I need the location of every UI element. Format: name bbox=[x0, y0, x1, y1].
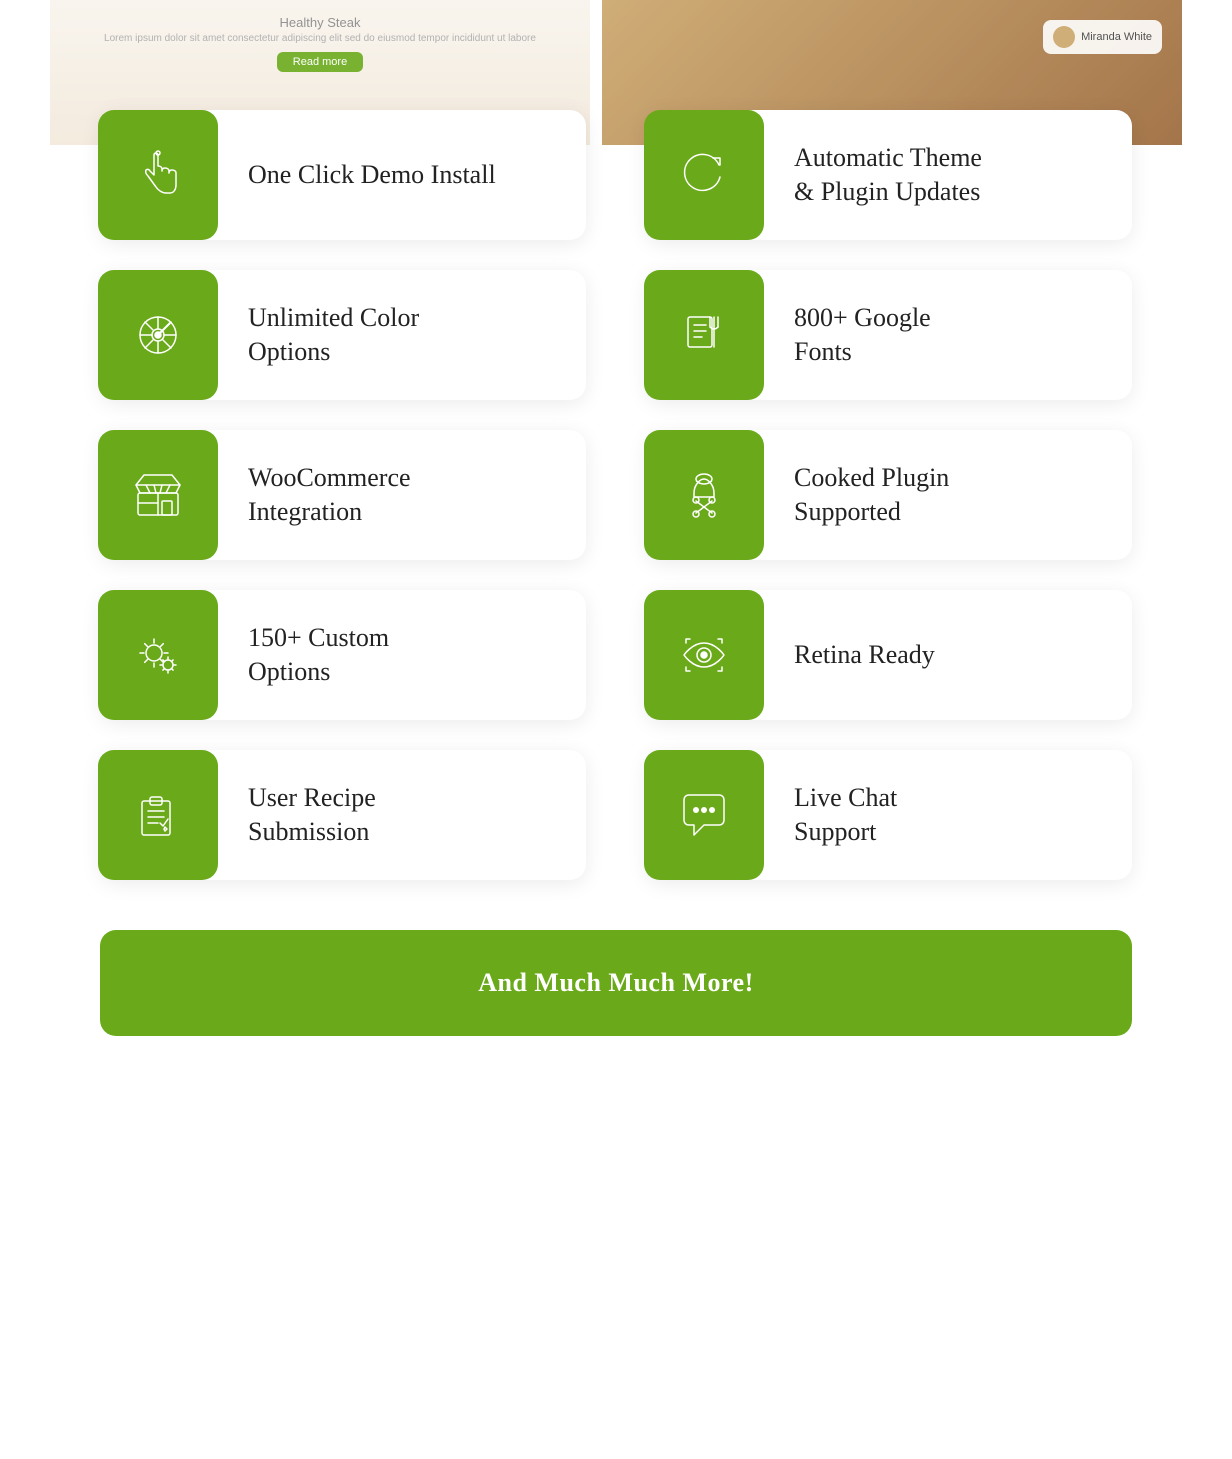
feature-label-live-chat: Live ChatSupport bbox=[764, 761, 927, 869]
feature-card-automatic-updates: Automatic Theme& Plugin Updates bbox=[646, 110, 1132, 240]
fonts-icon bbox=[674, 305, 734, 365]
feature-label-custom-options: 150+ CustomOptions bbox=[218, 601, 419, 709]
feature-icon-live-chat bbox=[644, 750, 764, 880]
chat-icon bbox=[674, 785, 734, 845]
feature-card-custom-options: 150+ CustomOptions bbox=[100, 590, 586, 720]
feature-icon-user-recipe bbox=[98, 750, 218, 880]
store-icon bbox=[128, 465, 188, 525]
feature-label-cooked-plugin: Cooked PluginSupported bbox=[764, 441, 979, 549]
feature-card-one-click-demo: One Click Demo Install bbox=[100, 110, 586, 240]
feature-card-retina-ready: Retina Ready bbox=[646, 590, 1132, 720]
settings-icon bbox=[128, 625, 188, 685]
feature-icon-one-click-demo bbox=[98, 110, 218, 240]
feature-card-unlimited-color: Unlimited ColorOptions bbox=[100, 270, 586, 400]
feature-icon-unlimited-color bbox=[98, 270, 218, 400]
features-grid: One Click Demo Install Automatic Theme& … bbox=[100, 110, 1132, 880]
feature-label-one-click-demo: One Click Demo Install bbox=[218, 138, 526, 212]
feature-label-automatic-updates: Automatic Theme& Plugin Updates bbox=[764, 121, 1012, 229]
feature-label-google-fonts: 800+ GoogleFonts bbox=[764, 281, 961, 389]
feature-icon-custom-options bbox=[98, 590, 218, 720]
feature-label-woocommerce: WooCommerceIntegration bbox=[218, 441, 441, 549]
feature-card-woocommerce: WooCommerceIntegration bbox=[100, 430, 586, 560]
eye-icon bbox=[674, 625, 734, 685]
feature-icon-google-fonts bbox=[644, 270, 764, 400]
feature-card-live-chat: Live ChatSupport bbox=[646, 750, 1132, 880]
feature-icon-cooked-plugin bbox=[644, 430, 764, 560]
hand-pointer-icon bbox=[128, 145, 188, 205]
more-button[interactable]: And Much Much More! bbox=[100, 930, 1132, 1036]
feature-card-google-fonts: 800+ GoogleFonts bbox=[646, 270, 1132, 400]
recipe-icon bbox=[128, 785, 188, 845]
chef-icon bbox=[674, 465, 734, 525]
feature-icon-automatic-updates bbox=[644, 110, 764, 240]
feature-card-cooked-plugin: Cooked PluginSupported bbox=[646, 430, 1132, 560]
feature-card-user-recipe: User RecipeSubmission bbox=[100, 750, 586, 880]
feature-label-user-recipe: User RecipeSubmission bbox=[218, 761, 406, 869]
refresh-icon bbox=[674, 145, 734, 205]
feature-icon-retina-ready bbox=[644, 590, 764, 720]
feature-icon-woocommerce bbox=[98, 430, 218, 560]
feature-label-unlimited-color: Unlimited ColorOptions bbox=[218, 281, 449, 389]
feature-label-retina-ready: Retina Ready bbox=[764, 618, 965, 692]
color-wheel-icon bbox=[128, 305, 188, 365]
